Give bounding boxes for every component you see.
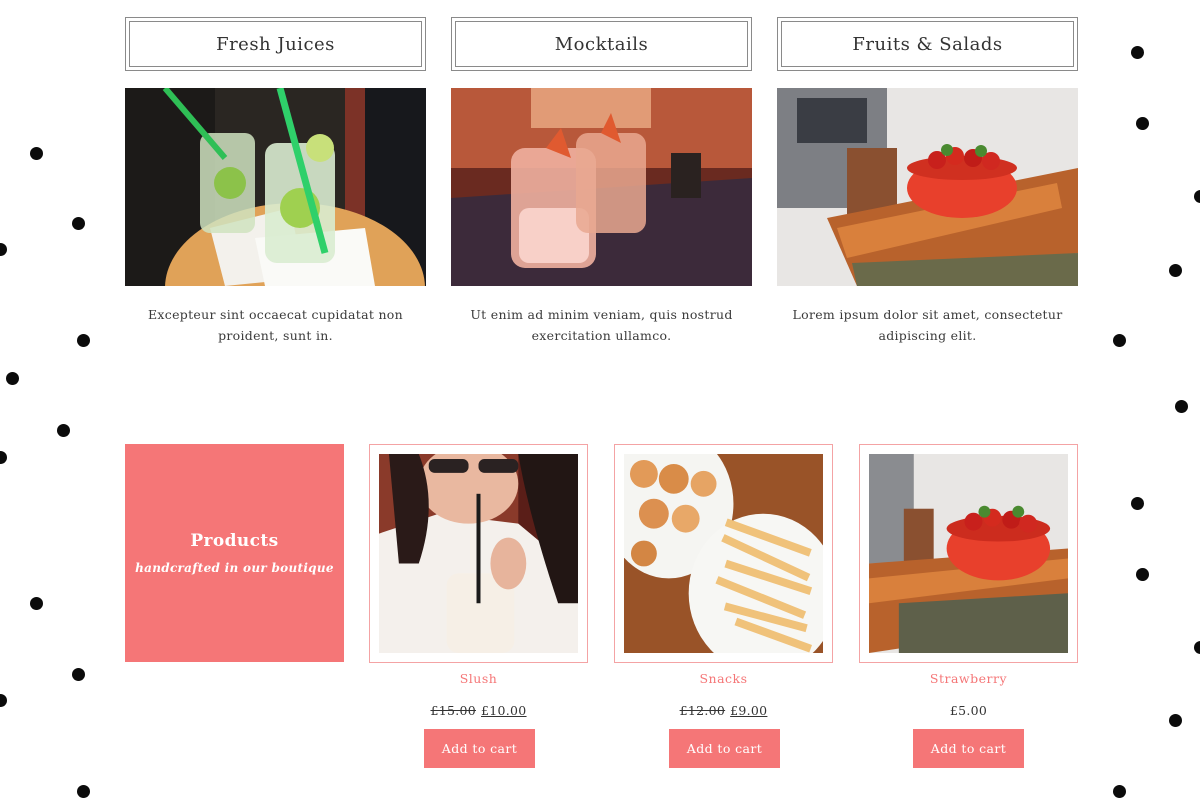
sale-price: £9.00 <box>730 703 768 718</box>
product-image-snacks[interactable] <box>614 444 833 663</box>
product-name-link[interactable]: Slush <box>369 671 588 686</box>
snacks-plates-photo <box>624 454 823 653</box>
product-price: £15.00 £10.00 <box>369 703 588 718</box>
promo-subtitle: handcrafted in our boutique <box>135 561 334 575</box>
sale-price: £5.00 <box>949 703 988 718</box>
category-fresh-juices[interactable]: Fresh Juices <box>125 17 426 71</box>
product-name-link[interactable]: Strawberry <box>859 671 1078 686</box>
product-image-strawberry[interactable] <box>859 444 1078 663</box>
mocktail-glasses-photo <box>451 88 752 286</box>
product-name-link[interactable]: Snacks <box>614 671 833 686</box>
promo-title: Products <box>190 531 279 551</box>
add-to-cart-button[interactable]: Add to cart <box>424 729 535 768</box>
category-label[interactable]: Fresh Juices <box>129 21 422 67</box>
category-fruits-salads[interactable]: Fruits & Salads <box>777 17 1078 71</box>
strawberry-bowl-photo <box>869 454 1068 653</box>
category-label[interactable]: Mocktails <box>455 21 748 67</box>
add-to-cart-button[interactable]: Add to cart <box>913 729 1024 768</box>
product-price: £5.00 <box>859 703 1078 718</box>
old-price: £15.00 <box>430 703 476 718</box>
category-label[interactable]: Fruits & Salads <box>781 21 1074 67</box>
add-to-cart-button[interactable]: Add to cart <box>669 729 780 768</box>
product-image-slush[interactable] <box>369 444 588 663</box>
woman-drinking-photo <box>379 454 578 653</box>
products-promo-banner: Products handcrafted in our boutique <box>125 444 344 662</box>
category-description: Ut enim ad minim veniam, quis nostrud ex… <box>470 307 733 343</box>
product-price: £12.00 £9.00 <box>614 703 833 718</box>
sale-price: £10.00 <box>481 703 527 718</box>
strawberry-bowl-photo <box>777 88 1078 286</box>
category-description: Excepteur sint occaecat cupidatat non pr… <box>148 307 403 343</box>
category-description: Lorem ipsum dolor sit amet, consectetur … <box>792 307 1063 343</box>
juice-glasses-photo <box>125 88 426 286</box>
category-mocktails[interactable]: Mocktails <box>451 17 752 71</box>
old-price: £12.00 <box>679 703 726 718</box>
